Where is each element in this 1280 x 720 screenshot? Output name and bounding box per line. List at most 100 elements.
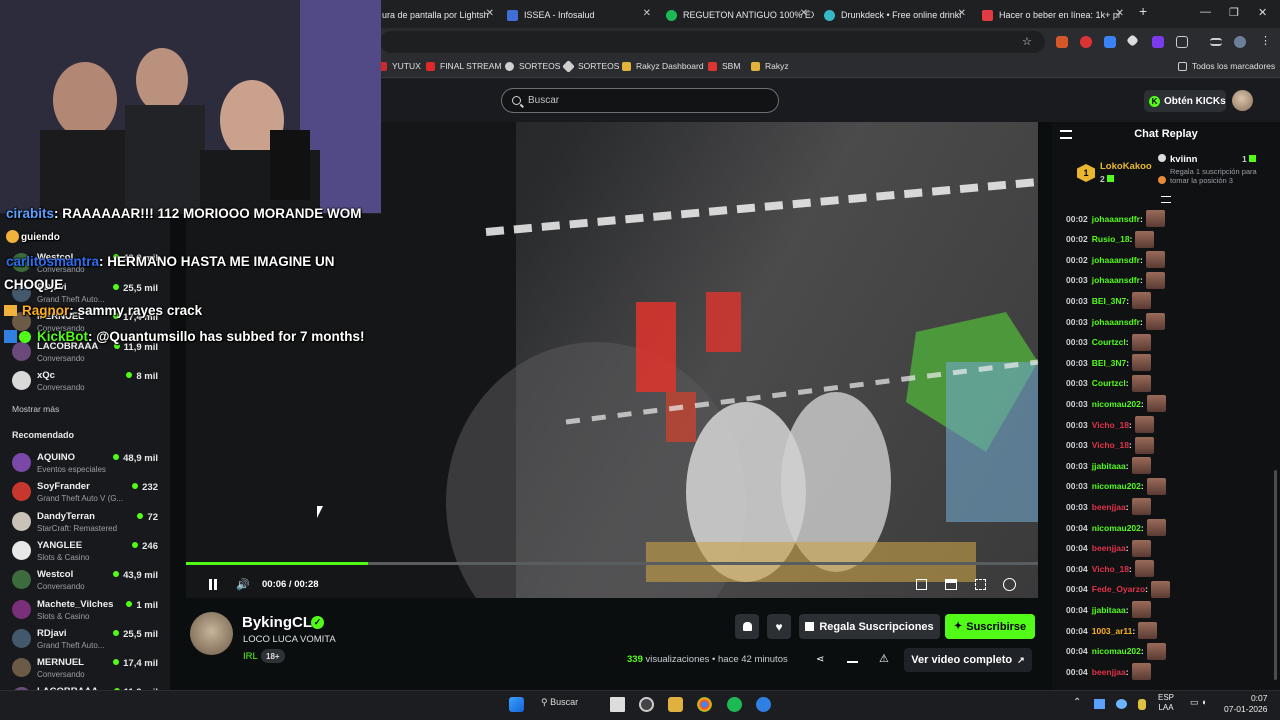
sidebar-channel[interactable]: Machete_Vilches Slots & Casino 1 mil [12,597,162,625]
microphone-icon[interactable] [1138,699,1146,710]
chat-username[interactable]: Vicho_18 [1092,420,1129,430]
category-link[interactable]: IRL [243,651,258,662]
chrome-icon[interactable] [697,697,712,712]
task-view-icon[interactable] [610,697,625,712]
address-bar[interactable] [380,31,1045,53]
windows-start-icon[interactable] [509,697,524,712]
sidebar-channel[interactable]: DandyTerran StarCraft: Remastered 72 [12,509,162,537]
bookmark-final-stream[interactable]: FINAL STREAM [426,61,502,71]
new-tab-icon[interactable]: + [1139,3,1147,19]
close-tab-icon[interactable]: ✕ [486,8,494,19]
close-tab-icon[interactable]: ✕ [958,8,966,19]
close-window-icon[interactable]: ✕ [1258,6,1267,19]
language-indicator[interactable]: ESP LAA [1158,693,1174,713]
taskbar-search[interactable]: ⚲ Buscar [541,697,578,708]
chat-username[interactable]: nicomau202 [1092,399,1141,409]
sidebar-channel[interactable]: MERNUEL Conversando 17,4 mil [12,655,162,683]
settings-gear-icon[interactable] [1003,578,1016,591]
spotify-icon[interactable] [727,697,742,712]
expand-leaderboard-icon[interactable] [1161,196,1171,203]
search-input[interactable]: Buscar [501,88,779,113]
volume-icon[interactable]: 🔊 [236,578,250,591]
notifications-bell-button[interactable] [735,614,759,639]
sidebar-channel[interactable]: RDjavi Grand Theft Auto... 25,5 mil [12,626,162,654]
tray-chevron-icon[interactable]: ⌃ [1073,697,1081,708]
chat-username[interactable]: BEI_3N7 [1092,358,1127,368]
network-volume-icons[interactable]: ▭ ◖ [1190,697,1206,708]
chat-username[interactable]: Rusio_18 [1092,234,1130,244]
all-bookmarks[interactable]: Todos los marcadores [1178,61,1275,71]
chat-username[interactable]: Courtzcl [1092,378,1126,388]
app-icon[interactable] [639,697,654,712]
theater-mode-icon[interactable] [945,579,957,590]
show-more-link[interactable]: Mostrar más [12,404,59,414]
sidebar-channel[interactable]: xQc Conversando 8 mil [12,368,162,396]
close-tab-icon[interactable]: ✕ [1116,8,1124,19]
minimize-icon[interactable]: — [1200,6,1211,18]
sidebar-channel[interactable]: AQUINO Eventos especiales 48,9 mil [12,450,162,478]
subscribe-button[interactable]: ✦ Suscribirse [945,614,1035,639]
chat-username[interactable]: nicomau202 [1092,523,1141,533]
chat-username[interactable]: jjabitaaa [1092,605,1126,615]
bookmark-sorteos-2[interactable]: SORTEOS [562,59,619,73]
chat-username[interactable]: beenjjaa [1092,543,1126,553]
extensions-puzzle-icon[interactable] [1176,36,1188,48]
browser-tab-1[interactable]: ura de pantalla por Lightsh ✕ [382,4,500,26]
chat-username[interactable]: johaaansdfr [1092,275,1140,285]
chat-username[interactable]: beenjjaa [1092,502,1126,512]
pause-icon[interactable] [209,579,212,590]
sidebar-channel[interactable]: SoyFrander Grand Theft Auto V (G... 232 [12,479,162,507]
chat-username[interactable]: nicomau202 [1092,481,1141,491]
chat-username[interactable]: Courtzcl [1092,337,1126,347]
menu-kebab-icon[interactable]: ⋮ [1260,34,1271,47]
chat-username[interactable]: Vicho_18 [1092,564,1129,574]
extension-icon[interactable] [1056,36,1068,48]
channel-avatar[interactable] [190,612,233,655]
app-icon[interactable] [756,697,771,712]
extension-icon[interactable] [1104,36,1116,48]
profile-icon[interactable] [1234,36,1246,48]
chat-username[interactable]: johaaansdfr [1092,317,1140,327]
bookmark-rakyz[interactable]: Rakyz [751,61,789,71]
browser-tab-2[interactable]: ISSEA - Infosalud ✕ [507,4,657,26]
restore-icon[interactable]: ❐ [1229,6,1239,19]
sidebar-channel[interactable]: Westcol Conversando 43,9 mil [12,567,162,595]
tray-app-icon[interactable] [1094,699,1105,709]
bookmark-star-icon[interactable]: ☆ [1022,35,1032,48]
reading-list-icon[interactable] [1210,38,1222,46]
chat-username[interactable]: beenjjaa [1092,667,1126,677]
browser-tab-5[interactable]: Hacer o beber en línea: 1k+ pr ✕ [982,4,1130,26]
chat-username[interactable]: BEI_3N7 [1092,296,1127,306]
sidebar-channel[interactable]: YANGLEE Slots & Casino 246 [12,538,162,566]
browser-tab-3[interactable]: REGUETON ANTIGUO 100% ÉX ✕ [666,4,814,26]
bookmark-rakyz-dashboard[interactable]: Rakyz Dashboard [622,61,704,71]
user-avatar[interactable] [1232,90,1253,111]
download-icon[interactable] [847,652,858,663]
tray-app-icon[interactable] [1116,699,1127,709]
bookmark-yutux[interactable]: YUTUX [378,61,421,71]
chat-username[interactable]: johaaansdfr [1092,214,1140,224]
chat-scrollbar[interactable] [1274,470,1277,680]
close-tab-icon[interactable]: ✕ [800,8,808,19]
extension-icon[interactable] [1152,36,1164,48]
chat-username[interactable]: jjabitaaa [1092,461,1126,471]
channel-name[interactable]: BykingCL [242,614,312,631]
fullscreen-icon[interactable] [975,579,986,590]
chat-username[interactable]: Vicho_18 [1092,440,1129,450]
share-icon[interactable]: ⋖ [816,654,824,665]
browser-tab-4[interactable]: Drunkdeck • Free online drinki ✕ [824,4,972,26]
gift-subs-button[interactable]: Regala Suscripciones [799,614,940,639]
get-kicks-button[interactable]: K Obtén KICKs [1144,90,1226,112]
bookmark-sbm[interactable]: SBM [708,61,740,71]
close-tab-icon[interactable]: ✕ [643,8,651,19]
chat-username[interactable]: 1003_ar11 [1092,626,1133,636]
pip-icon[interactable] [916,579,927,590]
full-video-button[interactable]: Ver video completo ↗ [904,648,1032,672]
clock[interactable]: 0:07 07-01-2026 [1224,693,1267,715]
extension-icon[interactable] [1080,36,1092,48]
file-explorer-icon[interactable] [668,697,683,712]
bookmark-sorteos-1[interactable]: SORTEOS [505,61,560,71]
chat-username[interactable]: johaaansdfr [1092,255,1140,265]
chat-username[interactable]: nicomau202 [1092,646,1141,656]
report-warning-icon[interactable]: ⚠ [879,652,889,665]
